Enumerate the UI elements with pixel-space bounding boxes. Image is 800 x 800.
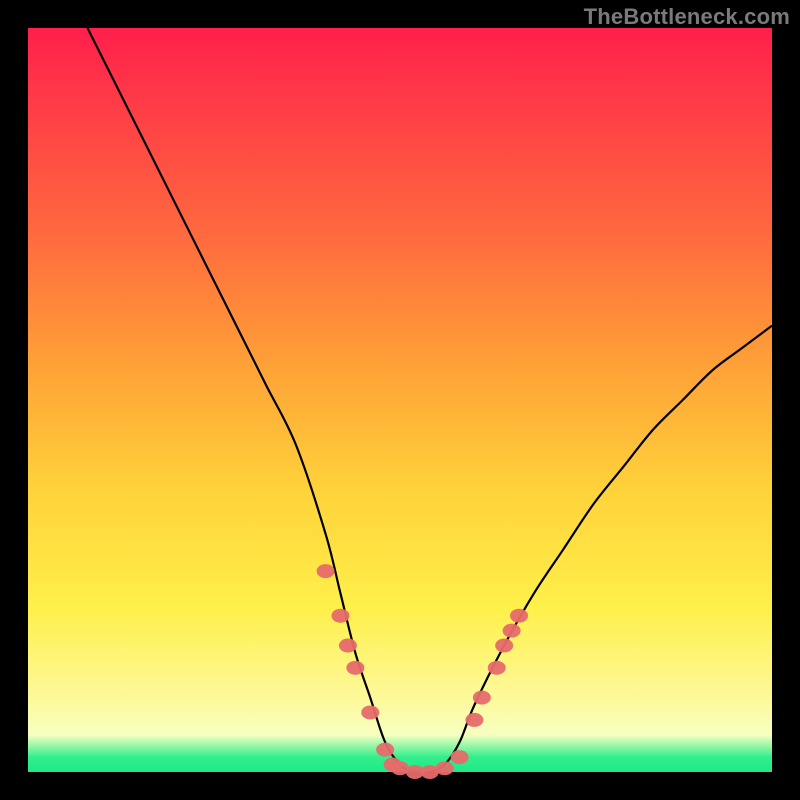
curve-marker xyxy=(436,761,454,775)
curve-marker xyxy=(376,743,394,757)
marker-group xyxy=(317,564,528,779)
curve-marker xyxy=(451,750,469,764)
chart-frame: TheBottleneck.com xyxy=(0,0,800,800)
curve-marker xyxy=(361,705,379,719)
curve-marker xyxy=(510,609,528,623)
curve-marker xyxy=(339,639,357,653)
curve-marker xyxy=(331,609,349,623)
bottleneck-curve xyxy=(88,28,772,773)
curve-marker xyxy=(488,661,506,675)
curve-marker xyxy=(495,639,513,653)
bottleneck-curve-svg xyxy=(28,28,772,772)
plot-area xyxy=(28,28,772,772)
curve-marker xyxy=(503,624,521,638)
curve-marker xyxy=(473,691,491,705)
curve-marker xyxy=(317,564,335,578)
watermark-text: TheBottleneck.com xyxy=(584,4,790,30)
curve-marker xyxy=(465,713,483,727)
curve-marker xyxy=(346,661,364,675)
